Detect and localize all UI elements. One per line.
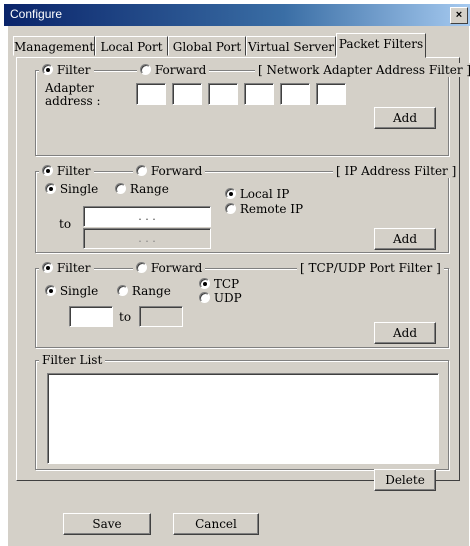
port-single-option[interactable]: Single [45, 284, 98, 298]
close-button[interactable]: × [450, 7, 468, 24]
radio-label: Remote IP [239, 202, 304, 216]
tab-management[interactable]: Management [13, 36, 95, 56]
tab-global-port[interactable]: Global Port [168, 36, 246, 56]
radio-label: Forward [154, 63, 207, 77]
ip-local-option[interactable]: Local IP [225, 187, 289, 201]
radio-label: Single [59, 284, 99, 298]
radio-label: Range [129, 182, 169, 196]
radio-icon[interactable] [225, 188, 236, 199]
adapter-octet-5[interactable] [280, 83, 310, 105]
radio-label: Filter [56, 261, 91, 275]
tab-virtual-server[interactable]: Virtual Server [246, 36, 336, 56]
radio-icon[interactable] [140, 64, 151, 75]
adapter-filter-mode-filter[interactable]: Filter [39, 63, 94, 77]
radio-label: TCP [213, 277, 240, 291]
dialog-body: Management Local Port Global Port Virtua… [8, 26, 470, 546]
adapter-add-button[interactable]: Add [374, 107, 436, 129]
window-title: Configure [10, 7, 63, 21]
radio-icon[interactable] [45, 183, 56, 194]
radio-icon[interactable] [225, 203, 236, 214]
radio-label: Filter [56, 63, 91, 77]
radio-icon[interactable] [136, 262, 147, 273]
radio-icon[interactable] [42, 262, 53, 273]
radio-icon[interactable] [117, 285, 128, 296]
adapter-octet-4[interactable] [244, 83, 274, 105]
port-tcp-option[interactable]: TCP [199, 277, 239, 291]
ip-filter-mode-filter[interactable]: Filter [39, 164, 94, 178]
radio-label: Range [131, 284, 171, 298]
tab-local-port[interactable]: Local Port [95, 36, 168, 56]
delete-button[interactable]: Delete [374, 469, 436, 491]
tab-packet-filters[interactable]: Packet Filters [336, 33, 426, 58]
tab-label: Packet Filters [338, 37, 424, 51]
adapter-filter-mode-forward[interactable]: Forward [137, 63, 210, 77]
port-to-label: to [119, 310, 132, 324]
adapter-octet-1[interactable] [136, 83, 166, 105]
port-from-field[interactable] [69, 306, 113, 327]
ip-add-button[interactable]: Add [374, 228, 436, 250]
radio-label: Single [59, 182, 99, 196]
port-filter-mode-filter[interactable]: Filter [39, 261, 94, 275]
port-filter-mode-forward[interactable]: Forward [133, 261, 206, 275]
cancel-button[interactable]: Cancel [173, 513, 259, 535]
filter-list-box[interactable] [47, 373, 439, 464]
adapter-octet-2[interactable] [172, 83, 202, 105]
radio-icon[interactable] [199, 292, 210, 303]
ip-to-field[interactable]: . . . [83, 228, 211, 249]
tab-label: Local Port [100, 40, 163, 54]
ip-filter-mode-forward[interactable]: Forward [133, 164, 206, 178]
adapter-address-label: Adapter address : [45, 82, 101, 108]
radio-label: Filter [56, 164, 91, 178]
radio-icon[interactable] [136, 165, 147, 176]
title-bar[interactable]: Configure × [4, 4, 470, 26]
port-range-option[interactable]: Range [117, 284, 171, 298]
ip-to-label: to [59, 217, 72, 231]
ip-single-option[interactable]: Single [45, 182, 98, 196]
radio-icon[interactable] [42, 64, 53, 75]
radio-icon[interactable] [45, 285, 56, 296]
packet-filters-panel: Filter Forward [ Network Adapter Address… [16, 57, 470, 491]
ip-filter-title: [ IP Address Filter ] [333, 164, 460, 178]
port-filter-title: [ TCP/UDP Port Filter ] [297, 261, 444, 275]
port-udp-option[interactable]: UDP [199, 291, 242, 305]
tab-label: Management [14, 40, 95, 54]
ip-range-option[interactable]: Range [115, 182, 169, 196]
radio-label: Forward [150, 261, 203, 275]
save-button[interactable]: Save [63, 513, 151, 535]
ip-from-value: . . . [138, 210, 156, 223]
adapter-filter-title: [ Network Adapter Address Filter ] [255, 63, 470, 77]
radio-icon[interactable] [115, 183, 126, 194]
radio-label: Forward [150, 164, 203, 178]
tab-label: Global Port [172, 40, 242, 54]
radio-icon[interactable] [42, 165, 53, 176]
tab-label: Virtual Server [247, 40, 335, 54]
ip-from-field[interactable]: . . . [83, 206, 211, 227]
port-add-button[interactable]: Add [374, 322, 436, 344]
port-to-field[interactable] [139, 306, 183, 327]
configure-window: Configure × Management Local Port Global… [0, 0, 470, 546]
adapter-octet-3[interactable] [208, 83, 238, 105]
radio-icon[interactable] [199, 278, 210, 289]
adapter-address-label-line2: address : [45, 94, 101, 108]
adapter-octet-6[interactable] [316, 83, 346, 105]
ip-to-value: . . . [138, 232, 156, 245]
radio-label: Local IP [239, 187, 290, 201]
ip-remote-option[interactable]: Remote IP [225, 202, 303, 216]
filter-list-title: Filter List [39, 353, 106, 367]
close-icon: × [455, 9, 463, 21]
radio-label: UDP [213, 291, 242, 305]
